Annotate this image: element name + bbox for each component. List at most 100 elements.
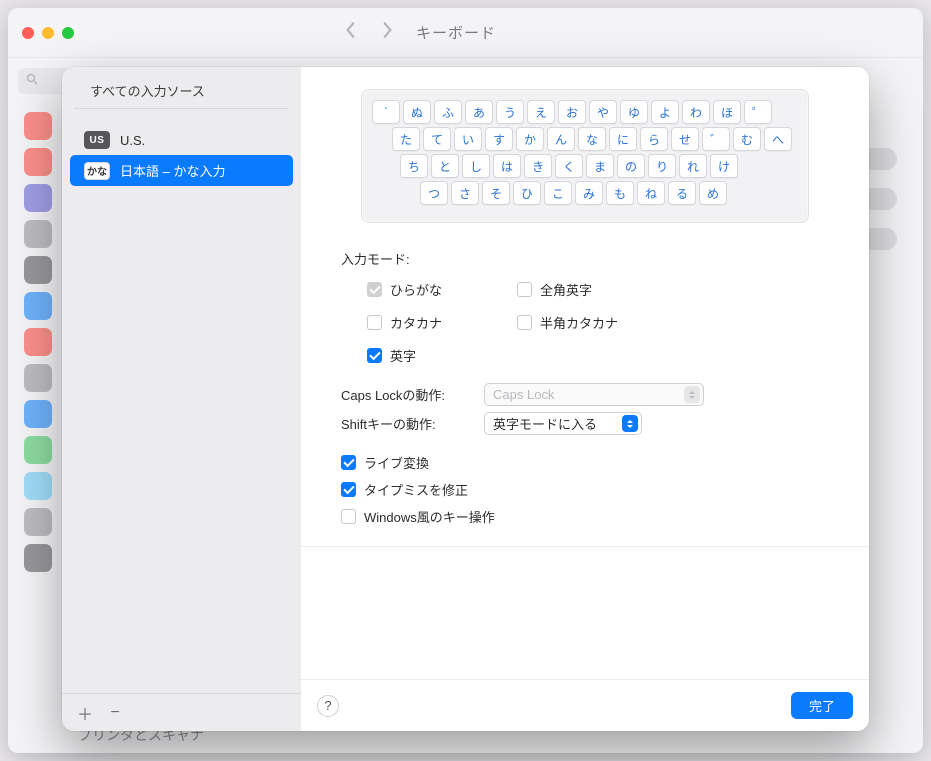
keyboard-key: よ (651, 100, 679, 124)
caps-lock-select[interactable]: Caps Lock (484, 383, 704, 406)
keyboard-key: う (496, 100, 524, 124)
chevrons-icon (622, 415, 638, 432)
input-mode-label: 入力モード: (341, 249, 829, 268)
opt-typo-row: タイプミスを修正 (341, 476, 829, 503)
bg-sidebar-icon (24, 400, 52, 428)
opt-windows-label: Windows風のキー操作 (364, 507, 495, 526)
opt-typo-checkbox[interactable] (341, 482, 356, 497)
keyboard-key: や (589, 100, 617, 124)
keyboard-key: ふ (434, 100, 462, 124)
shift-key-row: Shiftキーの動作: 英字モードに入る (341, 412, 829, 435)
bg-sidebar-icon (24, 472, 52, 500)
keyboard-key: は (493, 154, 521, 178)
opt-live-row: ライブ変換 (341, 449, 829, 476)
keyboard-key: ぬ (403, 100, 431, 124)
keyboard-key: な (578, 127, 606, 151)
mode-hiragana-label: ひらがな (390, 280, 442, 299)
mode-eiji-checkbox[interactable] (367, 348, 382, 363)
close-icon (22, 27, 34, 39)
source-badge-icon: US (84, 131, 110, 149)
source-item[interactable]: かな日本語 – かな入力 (70, 155, 293, 186)
bg-sidebar-icon (24, 328, 52, 356)
keyboard-key: み (575, 181, 603, 205)
sheet-sidebar-footer: ＋ − (62, 693, 301, 731)
options-section: ライブ変換 タイプミスを修正 Windows風のキー操作 (341, 449, 829, 530)
opt-live-label: ライブ変換 (364, 453, 429, 472)
keyboard-key: せ (671, 127, 699, 151)
mode-zenkaku-checkbox[interactable] (517, 282, 532, 297)
caps-lock-label: Caps Lockの動作: (341, 385, 476, 404)
bg-title: キーボード (416, 22, 496, 43)
keyboard-row: `ぬふあうえおやゆよわほ゜ (372, 100, 798, 124)
mode-katakana-label: カタカナ (390, 313, 442, 332)
shift-key-select[interactable]: 英字モードに入る (484, 412, 642, 435)
keyboard-key: す (485, 127, 513, 151)
mode-hankaku-checkbox[interactable] (517, 315, 532, 330)
keyboard-key: に (609, 127, 637, 151)
keyboard-key: ら (640, 127, 668, 151)
traffic-lights (22, 27, 74, 39)
opt-typo-label: タイプミスを修正 (364, 480, 468, 499)
settings-panel: 入力モード: ひらがな 全角英字 カタカナ 半角カタカナ (301, 239, 869, 557)
source-item[interactable]: US U.S. (70, 125, 293, 155)
bg-toggles (877, 148, 897, 608)
caps-lock-value: Caps Lock (493, 387, 554, 402)
bg-sidebar-icon (24, 508, 52, 536)
keyboard-key: へ (764, 127, 792, 151)
source-label: 日本語 – かな入力 (120, 161, 225, 180)
keyboard-key: ん (547, 127, 575, 151)
keyboard-row: つさそひこみもねるめ (372, 181, 798, 205)
keyboard-key: お (558, 100, 586, 124)
keyboard-key: つ (420, 181, 448, 205)
mode-katakana-row: カタカナ (367, 309, 517, 336)
opt-live-checkbox[interactable] (341, 455, 356, 470)
add-source-button[interactable]: ＋ (72, 702, 98, 724)
keyboard-key: め (699, 181, 727, 205)
keyboard-key: き (524, 154, 552, 178)
keyboard-key: も (606, 181, 634, 205)
keyboard-key: ち (400, 154, 428, 178)
keyboard-key: け (710, 154, 738, 178)
bg-sidebar-icon (24, 184, 52, 212)
done-button[interactable]: 完了 (791, 692, 853, 719)
keyboard-key: わ (682, 100, 710, 124)
keyboard-key: ひ (513, 181, 541, 205)
bg-sidebar-icon (24, 364, 52, 392)
mode-zenkaku-label: 全角英字 (540, 280, 592, 299)
opt-windows-checkbox[interactable] (341, 509, 356, 524)
sheet-footer: ? 完了 (301, 679, 869, 731)
remove-source-button[interactable]: − (102, 702, 128, 724)
mode-eiji-label: 英字 (390, 346, 416, 365)
mode-katakana-checkbox[interactable] (367, 315, 382, 330)
source-label: U.S. (120, 133, 145, 148)
keyboard-key: ` (372, 100, 400, 124)
help-button[interactable]: ? (317, 695, 339, 717)
keyboard-key: ゜ (744, 100, 772, 124)
keyboard-key: む (733, 127, 761, 151)
keyboard-key: ね (637, 181, 665, 205)
sheet-sidebar: すべての入力ソース USU.S.かな日本語 – かな入力 ＋ − (62, 67, 301, 731)
chevrons-icon (684, 386, 700, 403)
keyboard-key: く (555, 154, 583, 178)
opt-windows-row: Windows風のキー操作 (341, 503, 829, 530)
input-mode-grid: ひらがな 全角英字 カタカナ 半角カタカナ 英字 (341, 276, 829, 369)
sheet-detail: `ぬふあうえおやゆよわほ゜たていすかんなにらせ゛むへちとしはきくまのりれけつさそ… (301, 67, 869, 731)
keyboard-key: り (648, 154, 676, 178)
bg-sidebar-icon (24, 436, 52, 464)
keyboard-key: こ (544, 181, 572, 205)
bg-sidebar-icon (24, 256, 52, 284)
zoom-icon (62, 27, 74, 39)
keyboard-key: ま (586, 154, 614, 178)
mode-eiji-row: 英字 (367, 342, 517, 369)
bg-sidebar-icon (24, 220, 52, 248)
source-list: US U.S. かな日本語 – かな入力 (62, 109, 301, 693)
caps-lock-row: Caps Lockの動作: Caps Lock (341, 383, 829, 406)
mode-hankaku-row: 半角カタカナ (517, 309, 697, 336)
search-icon (26, 72, 38, 90)
keyboard-key: れ (679, 154, 707, 178)
keyboard-key: る (668, 181, 696, 205)
keyboard-row: ちとしはきくまのりれけ (372, 154, 798, 178)
bg-sidebar-icon (24, 544, 52, 572)
bg-sidebar-icon (24, 148, 52, 176)
mode-hiragana-checkbox (367, 282, 382, 297)
